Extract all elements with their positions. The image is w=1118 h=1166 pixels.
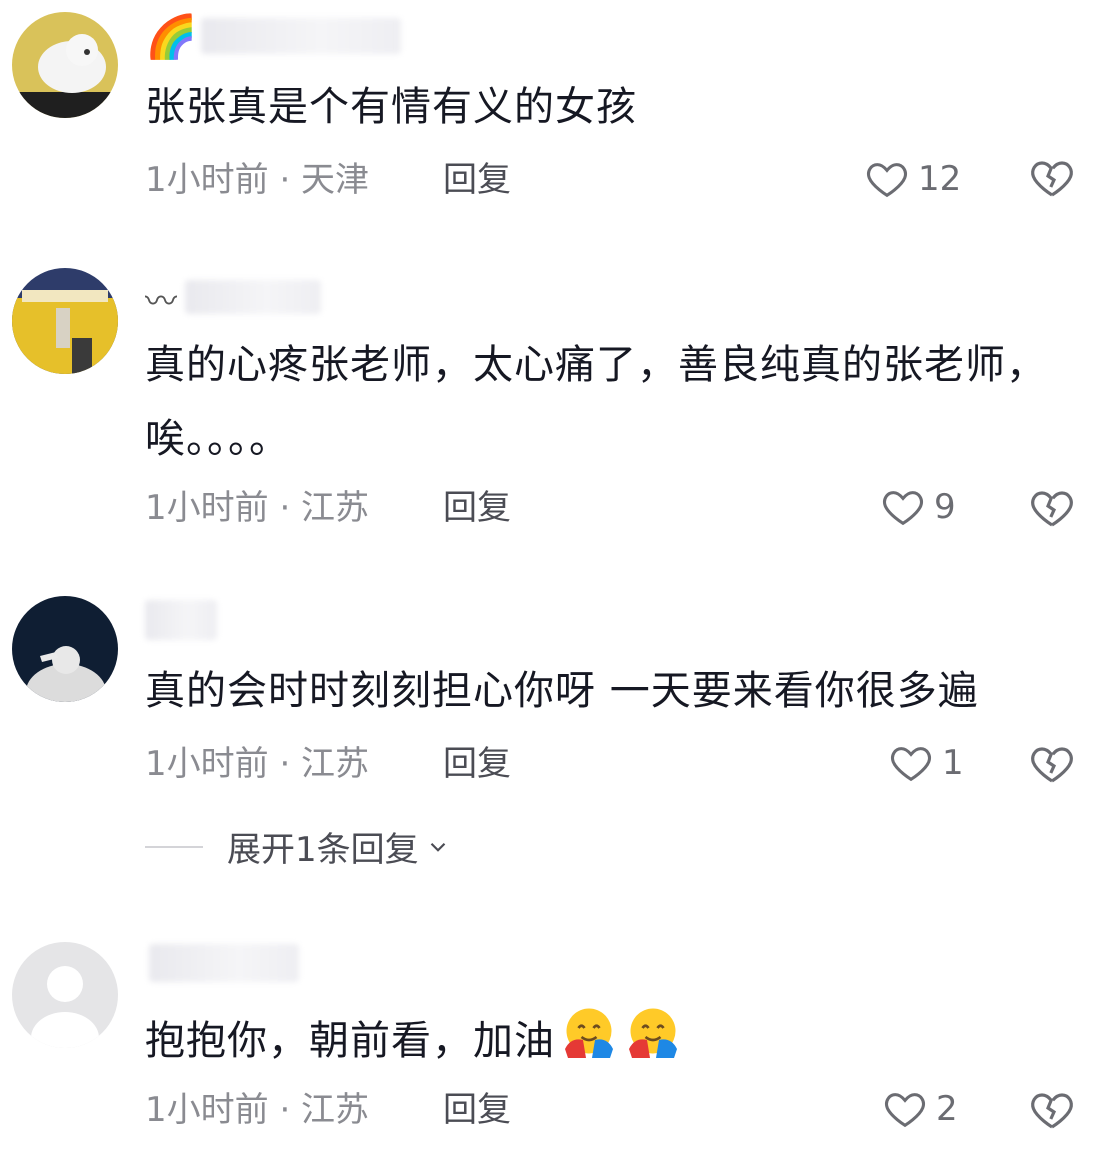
wave-symbol: 〰 <box>145 282 178 320</box>
hugging-face-emoji <box>565 1008 613 1058</box>
reply-button[interactable]: 回复 <box>443 160 511 200</box>
expand-replies-button[interactable]: 展开1条回复 <box>145 822 451 871</box>
like-count: 9 <box>934 487 956 527</box>
comment-time-location: 1小时前 · 江苏 <box>145 488 370 528</box>
heart-icon <box>883 491 923 526</box>
chevron-down-icon <box>430 842 445 852</box>
broken-heart-icon[interactable] <box>1028 484 1076 532</box>
comment-text: 真的心疼张老师，太心痛了，善良纯真的张老师，唉。。。。 <box>145 342 1047 462</box>
rainbow-emoji: 🌈 <box>145 12 198 61</box>
divider <box>145 845 203 848</box>
avatar[interactable] <box>12 942 118 1048</box>
expand-replies-label: 展开1条回复 <box>227 830 419 870</box>
reply-button[interactable]: 回复 <box>443 488 511 528</box>
heart-icon <box>885 1093 925 1128</box>
comment-time-location: 1小时前 · 天津 <box>145 160 370 200</box>
reply-button[interactable]: 回复 <box>443 744 511 784</box>
avatar[interactable] <box>12 596 118 702</box>
reply-button[interactable]: 回复 <box>443 1090 511 1130</box>
comment-text: 抱抱你，朝前看，加油 <box>145 1004 1065 1078</box>
like-count: 12 <box>918 159 962 199</box>
hugging-face-emoji <box>629 1008 677 1058</box>
heart-icon <box>867 163 907 198</box>
comment-time-location: 1小时前 · 江苏 <box>145 1090 370 1130</box>
heart-icon <box>891 747 931 782</box>
like-button[interactable]: 2 <box>882 1086 958 1132</box>
broken-heart-icon[interactable] <box>1028 740 1076 788</box>
like-count: 2 <box>936 1089 958 1129</box>
comment-time-location: 1小时前 · 江苏 <box>145 744 370 784</box>
comment-text: 张张真是个有情有义的女孩 <box>145 84 637 130</box>
avatar[interactable] <box>12 268 118 374</box>
like-button[interactable]: 12 <box>864 156 961 202</box>
broken-heart-icon[interactable] <box>1028 154 1076 202</box>
like-button[interactable]: 9 <box>880 484 956 530</box>
avatar[interactable] <box>12 12 118 118</box>
like-count: 1 <box>942 743 964 783</box>
broken-heart-icon[interactable] <box>1028 1086 1076 1134</box>
like-button[interactable]: 1 <box>888 740 964 786</box>
comment-text: 真的会时时刻刻担心你呀 一天要来看你很多遍 <box>145 668 979 714</box>
comment-text-content: 抱抱你，朝前看，加油 <box>145 1018 555 1064</box>
